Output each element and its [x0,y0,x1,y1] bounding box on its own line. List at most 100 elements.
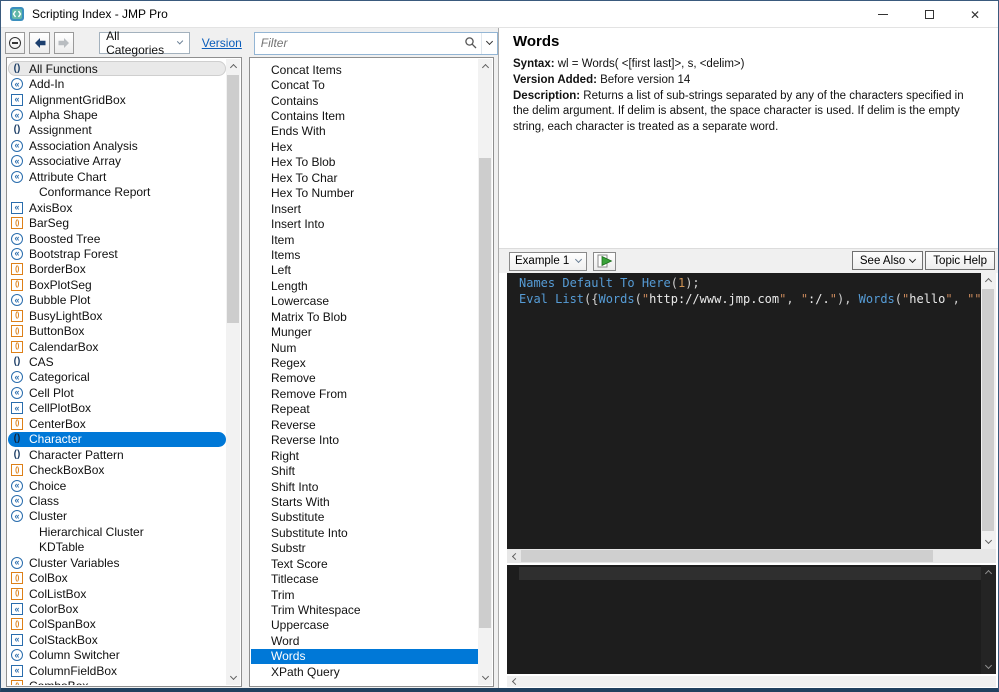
category-item[interactable]: KDTable [8,540,226,555]
category-item[interactable]: «AxisBox [8,200,226,215]
category-item[interactable]: ()ButtonBox [8,323,226,338]
close-button[interactable]: ✕ [952,1,998,28]
function-item[interactable]: Length [251,278,478,293]
category-item[interactable]: «Attribute Chart [8,169,226,184]
function-item[interactable]: Hex To Char [251,170,478,185]
category-item[interactable]: «Bootstrap Forest [8,246,226,261]
scrollbar-thumb[interactable] [227,75,239,323]
function-item[interactable]: Words [251,649,478,664]
function-item[interactable]: Uppercase [251,618,478,633]
category-item[interactable]: «Cell Plot [8,385,226,400]
category-item[interactable]: «CellPlotBox [8,401,226,416]
scroll-up-button[interactable] [478,59,492,73]
output-hscrollbar[interactable] [507,676,996,687]
function-item[interactable]: XPath Query [251,664,478,679]
function-item[interactable]: Contains Item [251,108,478,123]
function-item[interactable]: Ends With [251,124,478,139]
back-button[interactable] [29,32,49,54]
category-item[interactable]: ()BarSeg [8,215,226,230]
category-item[interactable]: ()ColSpanBox [8,617,226,632]
scrollbar-thumb[interactable] [479,158,491,628]
category-item[interactable]: ()BusyLightBox [8,308,226,323]
topic-help-button[interactable]: Topic Help [925,251,995,270]
scroll-right-button[interactable] [982,549,996,563]
categories-dropdown[interactable]: All Categories [99,32,190,54]
category-item[interactable]: «Alpha Shape [8,107,226,122]
category-item[interactable]: ()All Functions [8,61,226,76]
function-item[interactable]: Matrix To Blob [251,309,478,324]
function-item[interactable]: Insert Into [251,216,478,231]
scrollbar-thumb[interactable] [521,550,933,562]
function-item[interactable]: Left [251,263,478,278]
scroll-down-button[interactable] [981,660,995,674]
output-panel[interactable] [507,565,981,674]
category-item[interactable]: «Column Switcher [8,648,226,663]
output-vscrollbar[interactable] [981,565,996,674]
function-item[interactable]: Concat Items [251,62,478,77]
editor-vscrollbar[interactable] [981,273,996,549]
maximize-button[interactable] [906,1,952,28]
function-item[interactable]: Trim [251,587,478,602]
filter-dropdown-button[interactable] [481,33,497,54]
function-item[interactable]: Hex [251,139,478,154]
functions-scrollbar[interactable] [478,59,492,685]
category-item[interactable]: «Choice [8,478,226,493]
function-item[interactable]: Contains [251,93,478,108]
category-item[interactable]: ()CenterBox [8,416,226,431]
function-item[interactable]: Insert [251,201,478,216]
category-item[interactable]: ()Character Pattern [8,447,226,462]
category-item[interactable]: «Categorical [8,370,226,385]
function-item[interactable]: Right [251,448,478,463]
category-item[interactable]: ()ComboBox [8,679,226,686]
function-item[interactable]: Repeat [251,402,478,417]
function-item[interactable]: Text Score [251,556,478,571]
category-item[interactable]: ()Assignment [8,123,226,138]
scroll-down-button[interactable] [226,671,240,685]
function-item[interactable]: Num [251,340,478,355]
function-item[interactable]: Trim Whitespace [251,602,478,617]
forward-button[interactable] [54,32,74,54]
scroll-right-button[interactable] [982,676,996,687]
category-item[interactable]: ()ColListBox [8,586,226,601]
category-item[interactable]: «Cluster Variables [8,555,226,570]
minimize-button[interactable] [860,1,906,28]
scrollbar-thumb[interactable] [982,289,994,531]
run-script-button[interactable] [593,252,616,271]
function-item[interactable]: Concat To [251,77,478,92]
category-item[interactable]: ()ColBox [8,570,226,585]
scroll-left-button[interactable] [507,549,521,563]
category-item[interactable]: ()CAS [8,354,226,369]
function-item[interactable]: Substitute [251,510,478,525]
category-item[interactable]: ()BoxPlotSeg [8,277,226,292]
function-item[interactable]: Lowercase [251,294,478,309]
function-item[interactable]: Remove [251,371,478,386]
category-item[interactable]: ()BorderBox [8,262,226,277]
category-item[interactable]: «Association Analysis [8,138,226,153]
example-selector[interactable]: Example 1 [509,252,587,271]
category-item[interactable]: ()Character [8,432,226,447]
scroll-up-button[interactable] [981,273,995,287]
category-item[interactable]: «Add-In [8,76,226,91]
scroll-up-button[interactable] [981,565,995,579]
category-item[interactable]: «Associative Array [8,154,226,169]
function-item[interactable]: Munger [251,324,478,339]
category-item[interactable]: ()CalendarBox [8,339,226,354]
function-item[interactable]: Word [251,633,478,648]
script-editor[interactable]: Names Default To Here(1);Eval List({Word… [507,273,981,549]
function-item[interactable]: Regex [251,355,478,370]
function-item[interactable]: Items [251,247,478,262]
scroll-down-button[interactable] [981,535,995,549]
scroll-up-button[interactable] [226,59,240,73]
function-item[interactable]: Substitute Into [251,525,478,540]
category-item[interactable]: «Bubble Plot [8,293,226,308]
scroll-left-button[interactable] [507,676,521,687]
function-item[interactable]: Item [251,232,478,247]
function-item[interactable]: Reverse Into [251,433,478,448]
function-item[interactable]: Reverse [251,417,478,432]
function-item[interactable]: Starts With [251,494,478,509]
function-item[interactable]: Titlecase [251,571,478,586]
collapse-button[interactable] [5,32,25,54]
editor-hscrollbar[interactable] [507,549,996,563]
category-item[interactable]: «Cluster [8,509,226,524]
function-item[interactable]: Substr [251,541,478,556]
